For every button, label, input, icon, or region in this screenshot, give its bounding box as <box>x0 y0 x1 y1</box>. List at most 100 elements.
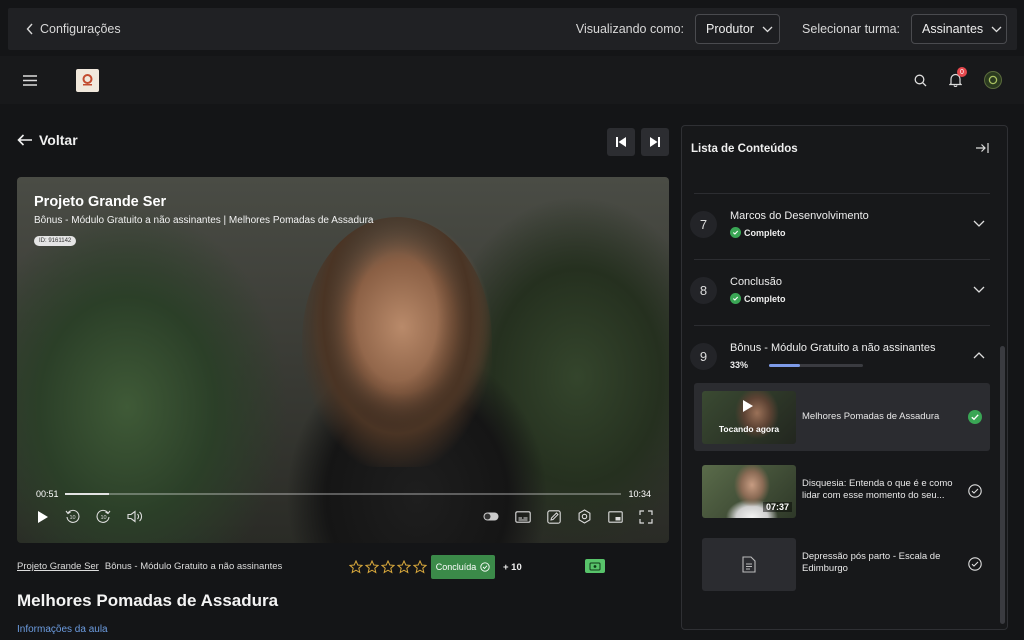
document-icon <box>742 556 756 573</box>
check-circle-icon <box>730 293 741 304</box>
lesson-item[interactable]: Depressão pós parto - Escala de Edimburg… <box>694 530 990 598</box>
video-current-time: 00:51 <box>36 489 59 499</box>
star-icon[interactable] <box>365 560 379 574</box>
rewind-10-icon[interactable]: 10 <box>65 509 80 524</box>
select-class-select[interactable]: Assinantes <box>911 14 1007 44</box>
viewing-as-select[interactable]: Produtor <box>695 14 781 44</box>
lesson-name: Melhores Pomadas de Assadura <box>802 411 940 422</box>
panel-title: Lista de Conteúdos <box>691 143 798 155</box>
select-class-value: Assinantes <box>922 22 984 36</box>
rating-stars[interactable] <box>349 560 427 574</box>
chevron-down-icon <box>762 26 773 33</box>
video-progress-track[interactable] <box>65 493 621 495</box>
module-divider <box>694 259 990 260</box>
lesson-info-link[interactable]: Informações da aula <box>17 624 108 635</box>
config-back-link[interactable]: Configurações <box>26 22 121 36</box>
chevron-left-icon <box>26 23 34 35</box>
lesson-item[interactable]: 07:37 Disquesia: Entenda o que é e como … <box>694 457 990 525</box>
content-list-panel: Lista de Conteúdos 7 Marcos do Desenvolv… <box>681 125 1008 630</box>
lesson-check-outline-icon[interactable] <box>968 484 982 498</box>
volume-icon[interactable] <box>127 510 143 523</box>
lesson-title: Melhores Pomadas de Assadura <box>17 591 279 610</box>
config-bar: Configurações Visualizando como: Produto… <box>8 8 1017 50</box>
picture-in-picture-icon[interactable] <box>608 510 623 523</box>
lesson-thumbnail: 07:37 <box>702 465 796 518</box>
module-status-label: Completo <box>744 227 786 238</box>
video-progress-fill <box>65 493 110 495</box>
lesson-done-check-icon <box>968 410 982 424</box>
star-icon[interactable] <box>413 560 427 574</box>
breadcrumb: Projeto Grande Ser Bônus - Módulo Gratui… <box>17 561 282 572</box>
module-divider <box>694 325 990 326</box>
play-icon <box>742 399 754 413</box>
panel-scrollbar[interactable] <box>1000 346 1005 624</box>
menu-icon[interactable] <box>22 74 38 86</box>
lesson-duration: 07:37 <box>762 502 792 512</box>
lesson-name: Disquesia: Entenda o que é e como lidar … <box>802 478 953 501</box>
video-subtitle: Bônus - Módulo Gratuito a não assinantes… <box>34 215 374 226</box>
chevron-down-icon <box>991 26 1002 33</box>
video-total-time: 10:34 <box>628 489 651 499</box>
module-status-7: Completo <box>730 227 786 238</box>
module-name-9[interactable]: Bônus - Módulo Gratuito a não assinantes <box>730 342 935 354</box>
play-icon[interactable] <box>37 510 49 524</box>
skip-next-icon <box>650 137 660 147</box>
logo-mark-icon <box>82 73 93 85</box>
svg-text:10: 10 <box>69 515 75 521</box>
breadcrumb-module: Bônus - Módulo Gratuito a não assinantes <box>104 561 283 572</box>
lesson-item-active[interactable]: Tocando agora Melhores Pomadas de Assadu… <box>694 383 990 451</box>
chevron-down-icon[interactable] <box>973 220 985 227</box>
module-number-9: 9 <box>690 343 717 370</box>
ticket-icon[interactable] <box>585 559 605 573</box>
settings-gear-icon[interactable] <box>577 509 592 524</box>
chevron-up-icon[interactable] <box>973 352 985 359</box>
breadcrumb-course-link[interactable]: Projeto Grande Ser <box>17 561 99 572</box>
module-progress-percent: 33% <box>730 360 749 370</box>
previous-lesson-button[interactable] <box>607 128 635 156</box>
search-icon[interactable] <box>914 74 927 87</box>
module-name-7[interactable]: Marcos do Desenvolvimento <box>730 210 869 222</box>
module-progress-bar <box>769 364 863 367</box>
lesson-check-outline-icon[interactable] <box>968 557 982 571</box>
check-circle-icon <box>480 562 490 572</box>
video-frame-subject <box>302 217 492 467</box>
module-status-label: Completo <box>744 293 786 304</box>
viewing-as-label: Visualizando como: <box>575 22 685 36</box>
video-controls-left: 10 10 <box>37 509 143 524</box>
star-icon[interactable] <box>381 560 395 574</box>
captions-icon[interactable] <box>515 510 531 523</box>
video-title: Projeto Grande Ser <box>34 194 167 210</box>
check-circle-icon <box>730 227 741 238</box>
video-player[interactable]: Projeto Grande Ser Bônus - Módulo Gratui… <box>17 177 669 543</box>
star-icon[interactable] <box>397 560 411 574</box>
notifications-button[interactable]: 0 <box>949 67 967 87</box>
config-back-label: Configurações <box>40 22 121 36</box>
brand-logo[interactable] <box>76 68 99 92</box>
viewing-as-value: Produtor <box>706 22 754 36</box>
arrow-left-icon <box>17 134 33 146</box>
lesson-thumbnail <box>702 538 796 591</box>
star-icon[interactable] <box>349 560 363 574</box>
lesson-name: Depressão pós parto - Escala de Edimburg… <box>802 551 941 574</box>
video-id-badge: ID: 9161142 <box>34 236 77 246</box>
collapse-panel-icon[interactable] <box>975 142 989 154</box>
skip-previous-icon <box>616 137 626 147</box>
lesson-thumbnail: Tocando agora <box>702 391 796 444</box>
chevron-down-icon[interactable] <box>973 286 985 293</box>
forward-10-icon[interactable]: 10 <box>96 509 111 524</box>
avatar-emblem-icon <box>988 75 998 85</box>
user-avatar[interactable] <box>984 71 1002 89</box>
next-lesson-button[interactable] <box>641 128 669 156</box>
module-number-7: 7 <box>690 211 717 238</box>
module-number-8: 8 <box>690 277 717 304</box>
module-name-8[interactable]: Conclusão <box>730 276 782 288</box>
autoplay-toggle-icon[interactable] <box>483 512 499 521</box>
fullscreen-icon[interactable] <box>639 509 653 524</box>
mark-complete-label: Concluída <box>435 562 477 572</box>
notes-pencil-icon[interactable] <box>547 509 561 524</box>
config-selectors: Visualizando como: Produtor Selecionar t… <box>576 14 1017 44</box>
mark-complete-button[interactable]: Concluída <box>431 555 495 579</box>
header-actions: 0 <box>914 67 1002 89</box>
back-button[interactable]: Voltar <box>17 132 78 148</box>
module-progress-fill <box>769 364 801 367</box>
